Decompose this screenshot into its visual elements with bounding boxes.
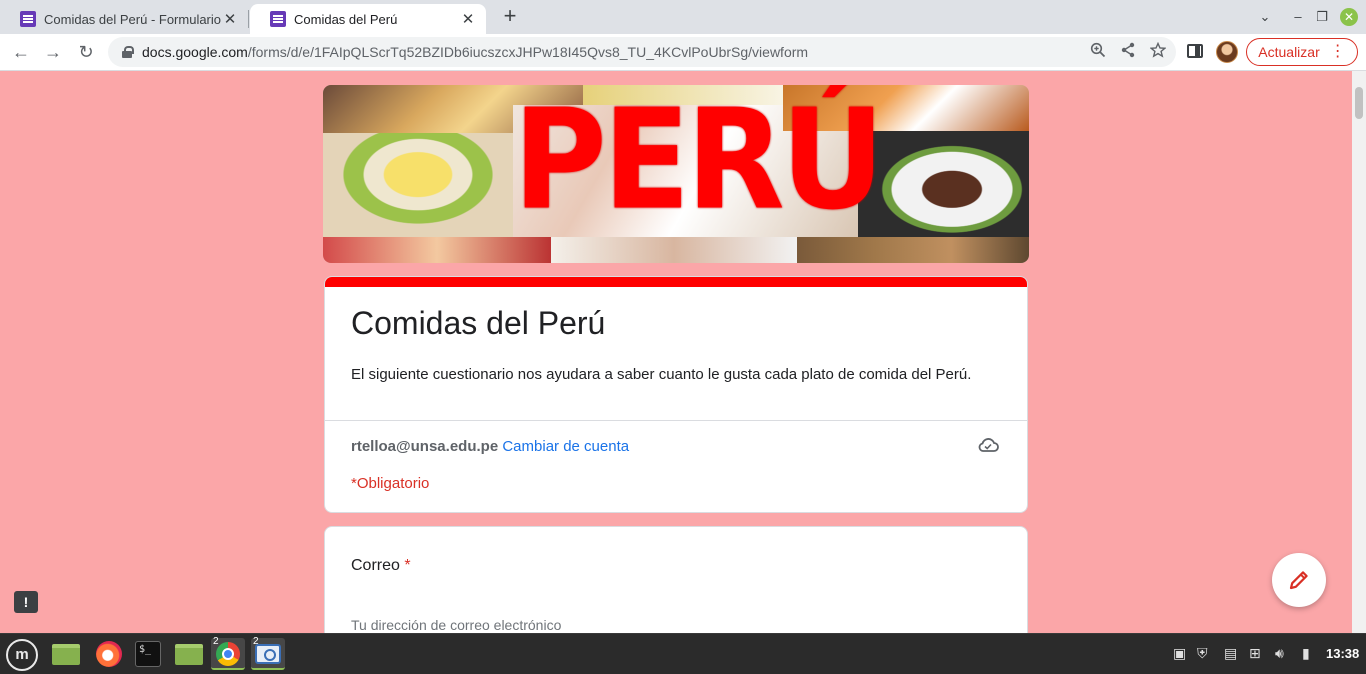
share-icon[interactable] [1120, 42, 1136, 62]
page-scrollbar[interactable] [1352, 71, 1366, 633]
tab-strip: Comidas del Perú - Formulario ✕ Comidas … [0, 0, 1366, 34]
update-button-label: Actualizar [1258, 44, 1320, 60]
update-button[interactable]: Actualizar ⋮ [1246, 38, 1358, 66]
accent-bar [325, 277, 1027, 287]
reload-icon[interactable]: ↻ [74, 40, 98, 64]
question-card-correo: Correo * Tu dirección de correo electrón… [324, 526, 1028, 633]
taskbar-chrome[interactable]: 2 [211, 636, 245, 670]
email-input[interactable]: Tu dirección de correo electrónico [351, 617, 561, 633]
zoom-icon[interactable] [1090, 42, 1106, 62]
window-close-icon[interactable]: ✕ [1340, 8, 1358, 26]
url-host: docs.google.com [142, 44, 248, 60]
report-feedback-icon[interactable]: ! [14, 591, 38, 613]
desktop-icon [52, 644, 80, 665]
taskbar-firefox[interactable] [92, 638, 126, 670]
question-label: Correo * [351, 557, 411, 575]
maximize-icon[interactable]: ❐ [1314, 6, 1330, 28]
google-forms-icon [270, 11, 286, 27]
network-icon[interactable]: ⊞ [1249, 645, 1261, 662]
form-title: Comidas del Perú [351, 305, 606, 341]
forward-icon[interactable]: → [41, 40, 65, 64]
chrome-icon [216, 642, 240, 666]
url-text[interactable]: docs.google.com/forms/d/e/1FAIpQLScrTq52… [142, 44, 808, 60]
mint-menu-icon[interactable]: m [6, 639, 38, 671]
taskbar-terminal[interactable]: $_ [131, 638, 165, 670]
account-email: rtelloa@unsa.edu.pe [351, 438, 499, 455]
window-count-badge: 2 [253, 636, 259, 647]
pencil-icon [1289, 571, 1308, 590]
volume-icon[interactable]: 🔊︎ [1275, 645, 1284, 662]
cloud-saved-icon [977, 437, 999, 453]
tab-title: Comidas del Perú - Formulario [44, 11, 222, 27]
folder-icon [175, 644, 203, 665]
required-note: *Obligatorio [351, 475, 430, 492]
tab-search-chevron-icon[interactable]: ⌄ [1256, 6, 1274, 28]
edit-form-button[interactable] [1272, 553, 1326, 607]
notes-icon[interactable]: ▤ [1224, 645, 1237, 662]
switch-account-link[interactable]: Cambiar de cuenta [502, 438, 629, 455]
tab-form-editor[interactable]: Comidas del Perú - Formulario ✕ [0, 4, 248, 34]
camera-icon [255, 644, 281, 664]
omnibox-actions [1090, 41, 1167, 62]
terminal-icon: $_ [135, 641, 161, 667]
clock[interactable]: 13:38 [1326, 646, 1359, 661]
firefox-icon [96, 641, 122, 667]
profile-avatar[interactable] [1216, 41, 1238, 63]
banner-photo [858, 131, 1029, 237]
taskbar-show-desktop[interactable] [48, 638, 82, 670]
side-panel-icon[interactable] [1187, 44, 1203, 58]
back-icon[interactable]: ← [9, 40, 33, 64]
divider [325, 420, 1027, 421]
address-bar[interactable]: docs.google.com/forms/d/e/1FAIpQLScrTq52… [108, 37, 1176, 67]
new-tab-button[interactable]: + [498, 5, 522, 29]
more-menu-icon: ⋮ [1329, 43, 1346, 60]
battery-icon[interactable]: ▮ [1302, 645, 1310, 662]
tab-title: Comidas del Perú [294, 11, 398, 27]
question-title: Correo [351, 557, 400, 574]
update-manager-icon[interactable]: ▣ [1173, 645, 1186, 662]
tab-form-view[interactable]: Comidas del Perú ✕ [250, 4, 486, 34]
star-icon[interactable] [1149, 41, 1167, 62]
tab-close-icon[interactable]: ✕ [222, 10, 238, 28]
google-forms-icon [20, 11, 36, 27]
minimize-icon[interactable]: – [1290, 6, 1306, 28]
form-page: PERÚ Comidas del Perú El siguiente cuest… [0, 71, 1352, 633]
scrollbar-thumb[interactable] [1355, 87, 1363, 119]
window-count-badge: 2 [213, 636, 219, 647]
form-description: El siguiente cuestionario nos ayudara a … [351, 366, 972, 383]
header-banner-image: PERÚ [323, 85, 1029, 263]
shield-icon[interactable]: ⛨ [1197, 645, 1208, 662]
taskbar-screenshot[interactable]: 2 [251, 636, 285, 670]
taskbar: m $_ 2 2 ▣ ⛨ ▤ ⊞ 🔊︎ ▮ 13:38 [0, 633, 1366, 674]
lock-icon[interactable] [122, 46, 134, 58]
browser-toolbar: ← → ↻ docs.google.com/forms/d/e/1FAIpQLS… [0, 34, 1366, 71]
form-header-card: Comidas del Perú El siguiente cuestionar… [324, 276, 1028, 513]
tab-separator [248, 10, 249, 28]
required-asterisk: * [404, 557, 411, 574]
tab-close-icon[interactable]: ✕ [460, 10, 476, 28]
banner-photo [323, 133, 513, 237]
taskbar-files[interactable] [171, 638, 205, 670]
account-row: rtelloa@unsa.edu.pe Cambiar de cuenta [351, 438, 629, 455]
banner-title: PERÚ [513, 85, 885, 241]
url-path: /forms/d/e/1FAIpQLScrTq52BZIDb6iucszcxJH… [247, 44, 809, 60]
